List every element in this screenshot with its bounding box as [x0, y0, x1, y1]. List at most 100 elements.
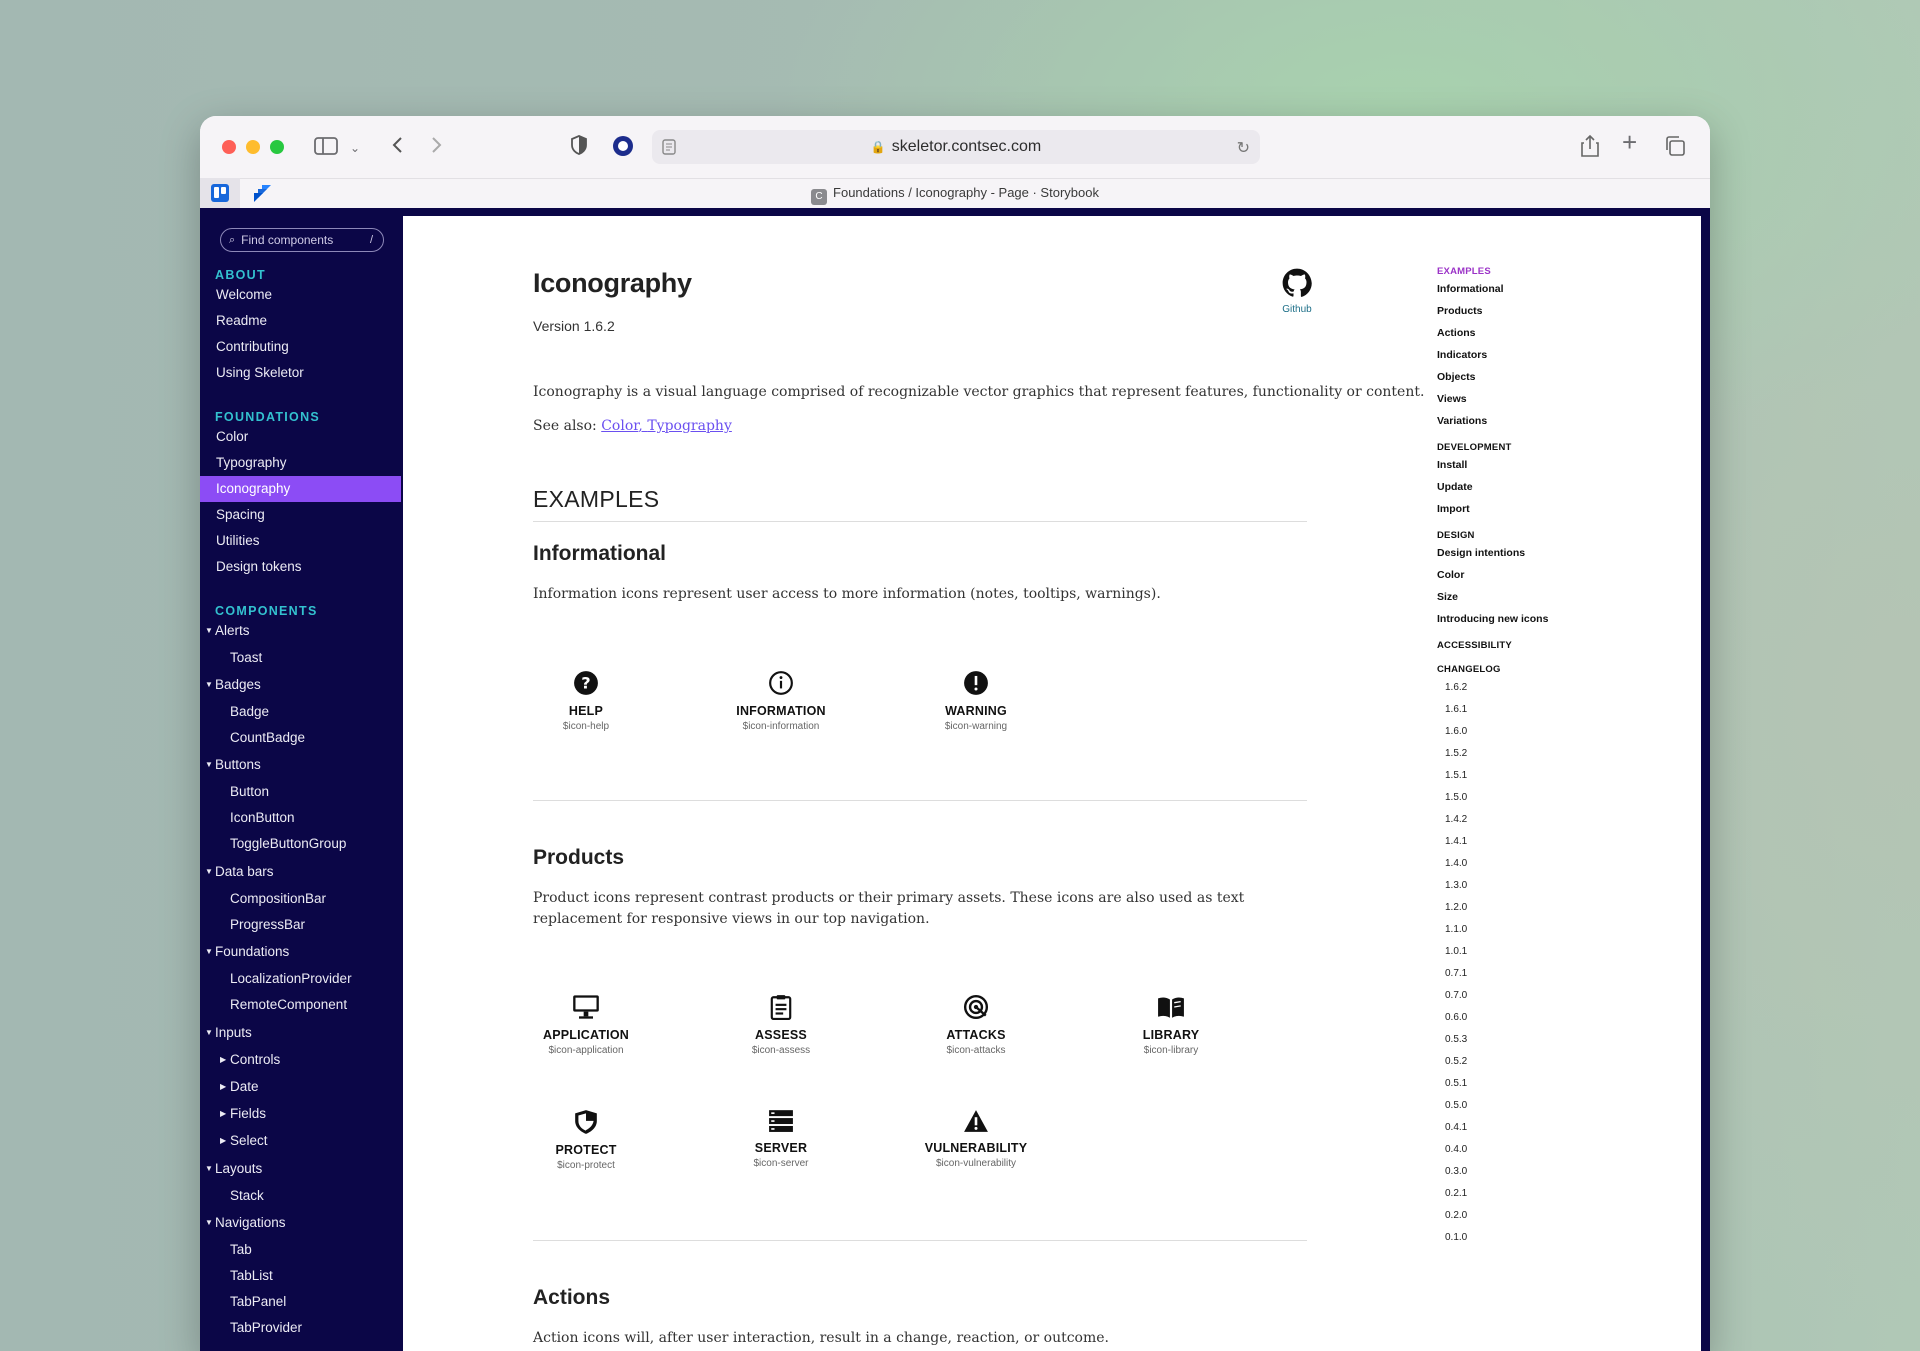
- toc-version[interactable]: 1.4.1: [1445, 836, 1467, 847]
- toc-version[interactable]: 1.0.1: [1445, 946, 1467, 957]
- sidebar-group-select[interactable]: ▶ Select: [200, 1128, 401, 1154]
- section-components[interactable]: COMPONENTS: [215, 604, 318, 618]
- section-about[interactable]: ABOUT: [215, 268, 266, 282]
- sidebar-item-iconography[interactable]: Iconography: [200, 476, 401, 502]
- sidebar-group-fields[interactable]: ▶ Fields: [200, 1101, 401, 1127]
- back-arrow-icon[interactable]: [390, 135, 404, 159]
- toc-item[interactable]: Install: [1437, 459, 1467, 471]
- find-components-input[interactable]: ⌕ Find components /: [220, 228, 384, 252]
- reload-icon[interactable]: ↻: [1237, 138, 1250, 158]
- sidebar-item-remotecomponent[interactable]: RemoteComponent: [200, 992, 401, 1018]
- sidebar-group-layouts[interactable]: ▼ Layouts: [200, 1156, 401, 1182]
- toc-item[interactable]: Indicators: [1437, 349, 1487, 361]
- toc-version[interactable]: 0.7.0: [1445, 990, 1467, 1001]
- toc-item[interactable]: Views: [1437, 393, 1467, 405]
- sidebar-item-using-skeletor[interactable]: Using Skeletor: [200, 360, 401, 386]
- sidebar-item-spacing[interactable]: Spacing: [200, 502, 401, 528]
- sidebar-item-button[interactable]: Button: [200, 779, 401, 805]
- toc-item[interactable]: Actions: [1437, 327, 1476, 339]
- pinned-tab-trello[interactable]: [200, 178, 240, 208]
- chevron-down-icon[interactable]: ⌄: [350, 138, 360, 158]
- sidebar-item-toast[interactable]: Toast: [200, 645, 401, 671]
- link-typography[interactable]: Typography: [647, 418, 732, 434]
- sidebar-group-buttons[interactable]: ▼ Buttons: [200, 752, 401, 778]
- sidebar-item-localizationprovider[interactable]: LocalizationProvider: [200, 966, 401, 992]
- sidebar-group-foundations[interactable]: ▼ Foundations: [200, 939, 401, 965]
- sidebar-toggle-icon[interactable]: [314, 136, 338, 160]
- toc-version[interactable]: 1.3.0: [1445, 880, 1467, 891]
- toc-version[interactable]: 0.5.0: [1445, 1100, 1467, 1111]
- link-color[interactable]: Color: [601, 418, 638, 434]
- toc-version[interactable]: 1.6.1: [1445, 704, 1467, 715]
- toc-version[interactable]: 0.5.3: [1445, 1034, 1467, 1045]
- sidebar-item-togglebuttongroup[interactable]: ToggleButtonGroup: [200, 831, 401, 857]
- toc-version[interactable]: 0.5.2: [1445, 1056, 1467, 1067]
- toc-version[interactable]: 0.3.0: [1445, 1166, 1467, 1177]
- pinned-tab-jira[interactable]: [242, 178, 282, 208]
- toc-version[interactable]: 1.6.0: [1445, 726, 1467, 737]
- toc-item[interactable]: Products: [1437, 305, 1483, 317]
- sidebar-item-iconbutton[interactable]: IconButton: [200, 805, 401, 831]
- toc-version[interactable]: 0.4.0: [1445, 1144, 1467, 1155]
- sidebar-item-tabprovider[interactable]: TabProvider: [200, 1315, 401, 1341]
- toc-item[interactable]: Color: [1437, 569, 1464, 581]
- toc-item[interactable]: Informational: [1437, 283, 1504, 295]
- sidebar-item-welcome[interactable]: Welcome: [200, 282, 401, 308]
- toc-version[interactable]: 1.2.0: [1445, 902, 1467, 913]
- toc-item[interactable]: Variations: [1437, 415, 1487, 427]
- tab-overview-icon[interactable]: [1664, 135, 1686, 161]
- sidebar-item-tabpanel[interactable]: TabPanel: [200, 1289, 401, 1315]
- privacy-shield-icon[interactable]: [570, 135, 588, 159]
- toc-heading-examples[interactable]: EXAMPLES: [1437, 266, 1491, 277]
- forward-arrow-icon[interactable]: [430, 135, 444, 159]
- sidebar-item-progressbar[interactable]: ProgressBar: [200, 912, 401, 938]
- sidebar-item-tablist[interactable]: TabList: [200, 1263, 401, 1289]
- toc-version[interactable]: 1.5.1: [1445, 770, 1467, 781]
- toc-version[interactable]: 0.2.0: [1445, 1210, 1467, 1221]
- toc-version[interactable]: 1.6.2: [1445, 682, 1467, 693]
- toc-item[interactable]: Introducing new icons: [1437, 613, 1548, 625]
- sidebar-group-badges[interactable]: ▼ Badges: [200, 672, 401, 698]
- toc-version[interactable]: 0.4.1: [1445, 1122, 1467, 1133]
- toc-heading-accessibility[interactable]: ACCESSIBILITY: [1437, 640, 1512, 651]
- sidebar-item-compositionbar[interactable]: CompositionBar: [200, 886, 401, 912]
- toc-heading-development[interactable]: DEVELOPMENT: [1437, 442, 1512, 453]
- sidebar-group-alerts[interactable]: ▼ Alerts: [200, 618, 401, 644]
- address-bar[interactable]: 🔒 skeletor.contsec.com ↻: [652, 130, 1260, 164]
- toc-version[interactable]: 0.1.0: [1445, 1232, 1467, 1243]
- toc-version[interactable]: 0.2.1: [1445, 1188, 1467, 1199]
- sidebar-item-stack[interactable]: Stack: [200, 1183, 401, 1209]
- toc-version[interactable]: 0.7.1: [1445, 968, 1467, 979]
- section-foundations[interactable]: FOUNDATIONS: [215, 410, 320, 424]
- reader-icon[interactable]: [662, 139, 676, 160]
- tab-active[interactable]: C Foundations / Iconography - Page · Stor…: [200, 185, 1710, 205]
- minimize-window-button[interactable]: [246, 140, 260, 154]
- toc-item[interactable]: Objects: [1437, 371, 1476, 383]
- new-tab-icon[interactable]: +: [1622, 129, 1637, 155]
- github-link[interactable]: Github: [1273, 268, 1321, 315]
- close-window-button[interactable]: [222, 140, 236, 154]
- sidebar-group-navigations[interactable]: ▼ Navigations: [200, 1210, 401, 1236]
- toc-item[interactable]: Update: [1437, 481, 1473, 493]
- sidebar-item-countbadge[interactable]: CountBadge: [200, 725, 401, 751]
- maximize-window-button[interactable]: [270, 140, 284, 154]
- sidebar-item-design-tokens[interactable]: Design tokens: [200, 554, 401, 580]
- sidebar-item-typography[interactable]: Typography: [200, 450, 401, 476]
- sidebar-item-tab[interactable]: Tab: [200, 1237, 401, 1263]
- sidebar-group-date[interactable]: ▶ Date: [200, 1074, 401, 1100]
- extension-icon[interactable]: [612, 135, 634, 161]
- toc-version[interactable]: 1.5.2: [1445, 748, 1467, 759]
- toc-item[interactable]: Size: [1437, 591, 1458, 603]
- toc-version[interactable]: 1.5.0: [1445, 792, 1467, 803]
- sidebar-group-controls[interactable]: ▶ Controls: [200, 1047, 401, 1073]
- sidebar-item-badge[interactable]: Badge: [200, 699, 401, 725]
- sidebar-item-contributing[interactable]: Contributing: [200, 334, 401, 360]
- toc-item[interactable]: Import: [1437, 503, 1470, 515]
- sidebar-item-color[interactable]: Color: [200, 424, 401, 450]
- sidebar-group-inputs[interactable]: ▼ Inputs: [200, 1020, 401, 1046]
- toc-version[interactable]: 1.4.2: [1445, 814, 1467, 825]
- sidebar-group-data-bars[interactable]: ▼ Data bars: [200, 859, 401, 885]
- toc-heading-design[interactable]: DESIGN: [1437, 530, 1475, 541]
- share-icon[interactable]: [1580, 134, 1600, 162]
- toc-version[interactable]: 1.1.0: [1445, 924, 1467, 935]
